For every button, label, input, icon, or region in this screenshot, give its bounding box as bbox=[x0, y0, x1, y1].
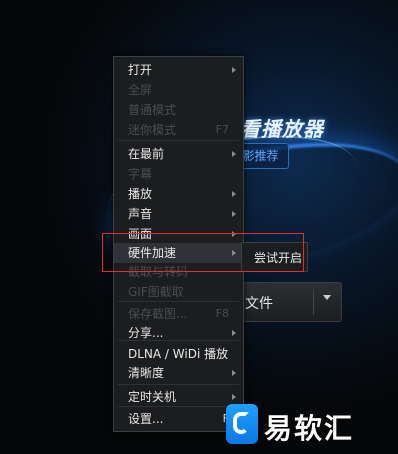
menu-separator bbox=[118, 140, 239, 141]
menu-item[interactable]: 打开 bbox=[114, 60, 243, 80]
menu-separator bbox=[118, 406, 239, 407]
menu-item-label: DLNA / WiDi 播放 bbox=[128, 347, 229, 361]
menu-item-label: 迷你模式 bbox=[128, 123, 177, 137]
watermark-text: 易软汇 bbox=[264, 412, 355, 445]
menu-item-label: GIF图截取 bbox=[128, 285, 184, 299]
menu-item[interactable]: 设置...F bbox=[114, 409, 243, 429]
menu-item[interactable]: 清晰度 bbox=[114, 363, 243, 383]
menu-item-shortcut: F7 bbox=[215, 123, 229, 136]
highlight-annotation-box bbox=[102, 233, 304, 272]
menu-item-label: 字幕 bbox=[128, 167, 153, 181]
menu-item[interactable]: DLNA / WiDi 播放 bbox=[114, 344, 243, 364]
menu-item-label: 设置... bbox=[128, 412, 164, 426]
menu-item-label: 全屏 bbox=[128, 83, 153, 97]
menu-item[interactable]: 在最前 bbox=[114, 144, 243, 164]
menu-separator bbox=[118, 384, 239, 385]
open-file-divider bbox=[313, 289, 314, 315]
chevron-right-icon bbox=[232, 370, 236, 376]
menu-item: 全屏 bbox=[114, 80, 243, 100]
menu-item-label: 保存截图... bbox=[128, 307, 188, 321]
menu-item: 保存截图... F8 bbox=[114, 304, 243, 324]
open-file-label: 文件 bbox=[245, 296, 273, 312]
menu-item-label: 打开 bbox=[128, 63, 153, 77]
menu-item: GIF图截取 bbox=[114, 282, 243, 302]
chevron-right-icon bbox=[232, 191, 236, 197]
chevron-right-icon bbox=[232, 67, 236, 73]
menu-item: 字幕 bbox=[114, 164, 243, 184]
menu-separator bbox=[118, 340, 239, 341]
menu-item-shortcut: F8 bbox=[215, 307, 229, 320]
menu-item-label: 普通模式 bbox=[128, 103, 177, 117]
chevron-right-icon bbox=[232, 330, 236, 336]
menu-item[interactable]: 定时关机 bbox=[114, 387, 243, 407]
player-title: 看播放器 bbox=[240, 117, 324, 141]
menu-item-label: 在最前 bbox=[128, 147, 165, 161]
menu-item-label: 定时关机 bbox=[128, 390, 177, 404]
menu-item-label: 清晰度 bbox=[128, 366, 165, 380]
menu-item[interactable]: 声音 bbox=[114, 204, 243, 224]
e-logo-icon bbox=[226, 404, 258, 444]
menu-item-label: 声音 bbox=[128, 207, 153, 221]
menu-item-label: 播放 bbox=[128, 187, 153, 201]
chevron-right-icon bbox=[232, 151, 236, 157]
chevron-right-icon bbox=[232, 211, 236, 217]
menu-item[interactable]: 播放 bbox=[114, 184, 243, 204]
menu-separator bbox=[118, 301, 239, 302]
chevron-right-icon bbox=[232, 394, 236, 400]
menu-item: 迷你模式 F7 bbox=[114, 120, 243, 140]
chevron-down-icon[interactable] bbox=[323, 295, 331, 300]
open-file-button[interactable]: 文件 bbox=[238, 282, 342, 322]
menu-item: 普通模式 bbox=[114, 100, 243, 120]
